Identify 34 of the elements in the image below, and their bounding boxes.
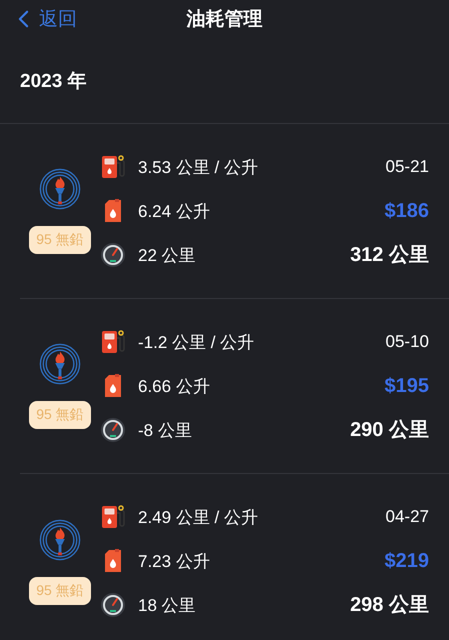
torch-logo-icon [39,343,81,385]
year-heading: 2023 年 [20,70,87,94]
torch-logo-icon [39,168,81,210]
fuel-grade-badge: 95 無鉛 [29,226,91,254]
speedometer-icon [100,417,126,443]
refuel-date: 05-21 [386,156,429,178]
refuel-price: $195 [384,374,429,399]
fuel-efficiency: 3.53 公里 / 公升 [138,156,258,178]
fuel-volume: 7.23 公升 [138,550,210,572]
odometer-reading: 298 公里 [350,593,429,618]
fuel-pump-icon [100,154,126,180]
back-button[interactable]: 返回 [18,6,77,32]
fuel-grade-badge: 95 無鉛 [29,401,91,429]
torch-logo-icon [39,518,81,560]
fuel-pump-icon [100,504,126,530]
speedometer-icon [100,592,126,618]
trip-distance: -8 公里 [138,420,192,442]
refuel-date: 04-27 [386,506,429,528]
fuel-pump-icon [100,329,126,355]
fuel-volume: 6.66 公升 [138,376,210,398]
trip-distance: 22 公里 [138,244,196,266]
fuel-efficiency: 2.49 公里 / 公升 [138,506,258,528]
odometer-reading: 290 公里 [350,418,429,443]
refuel-date: 05-10 [386,331,429,353]
fuel-grade-badge: 95 無鉛 [29,576,91,604]
speedometer-icon [100,242,126,268]
fuel-efficiency: -1.2 公里 / 公升 [138,332,254,354]
trip-distance: 18 公里 [138,594,196,616]
refuel-price: $186 [384,199,429,224]
screen-title: 油耗管理 [186,8,262,32]
refuel-price: $219 [384,549,429,574]
fuel-volume: 6.24 公升 [138,200,210,222]
odometer-reading: 312 公里 [350,243,429,268]
back-chevron-icon [18,10,29,28]
